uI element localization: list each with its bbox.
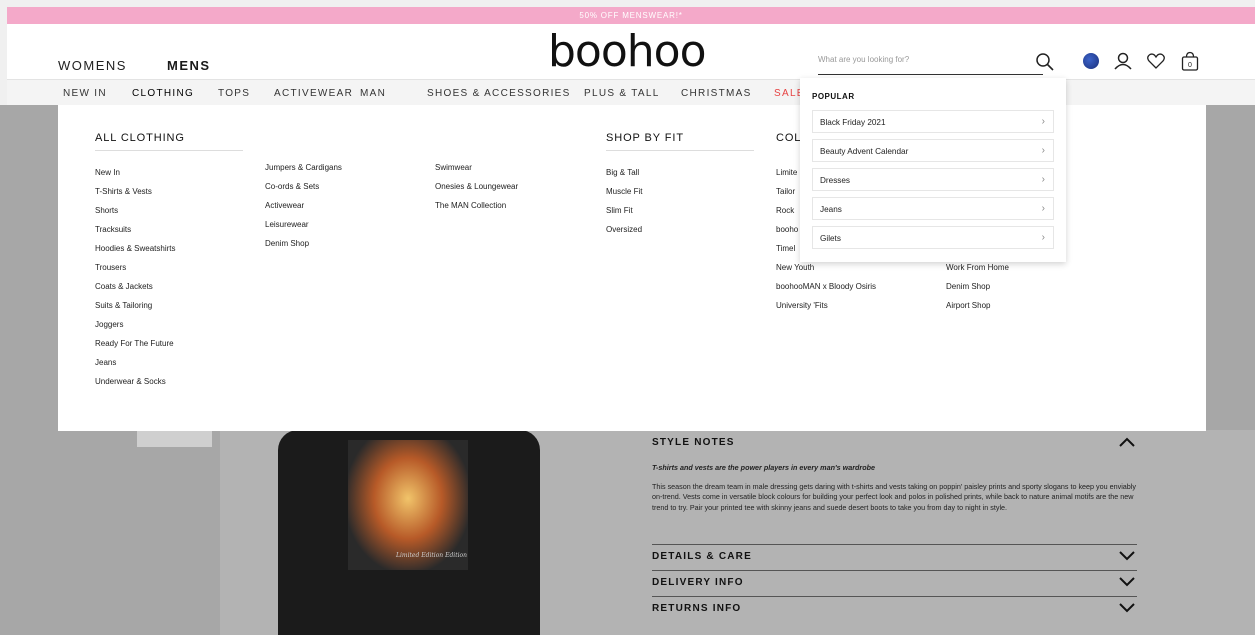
menu-link[interactable]: Ready For The Future: [95, 339, 174, 348]
menu-link[interactable]: University 'Fits: [776, 301, 828, 310]
suggestion-label: Black Friday 2021: [820, 118, 886, 127]
returns-info-heading[interactable]: RETURNS INFO: [652, 603, 741, 614]
menu-link[interactable]: Underwear & Socks: [95, 377, 166, 386]
suggestion-label: Gilets: [820, 234, 841, 243]
details-care-heading[interactable]: DETAILS & CARE: [652, 551, 752, 562]
suggestion-label: Jeans: [820, 205, 842, 214]
menu-link[interactable]: Denim Shop: [946, 282, 990, 291]
suggestion-item[interactable]: Gilets ›: [812, 226, 1054, 249]
product-details-panel: STYLE NOTES T-shirts and vests are the p…: [635, 430, 1255, 635]
menu-link[interactable]: Shorts: [95, 206, 118, 215]
divider: [606, 150, 754, 151]
menu-link[interactable]: Activewear: [265, 201, 304, 210]
chevron-up-icon[interactable]: [1119, 437, 1135, 447]
shirt-print-text: Limited Edition Edition: [396, 552, 468, 559]
chevron-down-icon[interactable]: [1119, 603, 1135, 613]
menu-link[interactable]: Jumpers & Cardigans: [265, 163, 342, 172]
suggestion-item[interactable]: Jeans ›: [812, 197, 1054, 220]
menu-link[interactable]: Swimwear: [435, 163, 472, 172]
svg-text:0: 0: [1188, 62, 1192, 69]
nav-activewear[interactable]: ACTIVEWEAR: [274, 88, 353, 99]
search-suggestions: POPULAR Black Friday 2021 › Beauty Adven…: [800, 78, 1066, 262]
search-input[interactable]: What are you looking for?: [818, 48, 1043, 75]
logo[interactable]: boohoo: [548, 30, 706, 74]
menu-link[interactable]: Muscle Fit: [606, 187, 642, 196]
heart-icon[interactable]: [1145, 50, 1167, 72]
menu-link[interactable]: Jeans: [95, 358, 116, 367]
nav-new-in[interactable]: NEW IN: [63, 88, 107, 99]
divider: [652, 596, 1137, 597]
nav-tops[interactable]: TOPS: [218, 88, 250, 99]
menu-link[interactable]: Oversized: [606, 225, 642, 234]
collections-heading[interactable]: COL: [776, 132, 801, 144]
divider: [95, 150, 243, 151]
suggestion-label: Dresses: [820, 176, 851, 185]
menu-link[interactable]: New In: [95, 168, 120, 177]
divider: [652, 570, 1137, 571]
menu-link[interactable]: Airport Shop: [946, 301, 990, 310]
shop-by-fit-heading[interactable]: SHOP BY FIT: [606, 132, 684, 144]
menu-link[interactable]: boohooMAN x Bloody Osiris: [776, 282, 876, 291]
globe-icon[interactable]: [1083, 53, 1099, 69]
shirt-print: [348, 440, 468, 570]
menu-link[interactable]: Timel: [776, 244, 795, 253]
popular-heading: POPULAR: [812, 92, 855, 101]
style-notes-subheading: T-shirts and vests are the power players…: [652, 463, 876, 472]
search-icon[interactable]: [1035, 52, 1055, 72]
suggestion-item[interactable]: Beauty Advent Calendar ›: [812, 139, 1054, 162]
nav-man[interactable]: MAN: [360, 88, 386, 99]
nav-christmas[interactable]: CHRISTMAS: [681, 88, 752, 99]
menu-link[interactable]: Tailor: [776, 187, 795, 196]
mens-link[interactable]: MENS: [167, 58, 211, 73]
menu-link[interactable]: Suits & Tailoring: [95, 301, 152, 310]
menu-link[interactable]: Tracksuits: [95, 225, 131, 234]
chevron-right-icon: ›: [1041, 232, 1045, 243]
menu-link[interactable]: Joggers: [95, 320, 123, 329]
menu-link[interactable]: Leisurewear: [265, 220, 309, 229]
promo-banner[interactable]: 50% OFF MENSWEAR!*: [7, 7, 1255, 24]
menu-link[interactable]: Coats & Jackets: [95, 282, 153, 291]
chevron-right-icon: ›: [1041, 116, 1045, 127]
menu-link[interactable]: The MAN Collection: [435, 201, 506, 210]
menu-link[interactable]: T-Shirts & Vests: [95, 187, 152, 196]
menu-link[interactable]: New Youth: [776, 263, 814, 272]
style-notes-body: This season the dream team in male dress…: [652, 482, 1136, 512]
divider: [652, 544, 1137, 545]
womens-link[interactable]: WOMENS: [58, 58, 127, 73]
menu-link[interactable]: Limite: [776, 168, 797, 177]
menu-link[interactable]: Trousers: [95, 263, 126, 272]
menu-link[interactable]: Big & Tall: [606, 168, 639, 177]
menu-link[interactable]: Rock: [776, 206, 794, 215]
delivery-info-heading[interactable]: DELIVERY INFO: [652, 577, 744, 588]
chevron-right-icon: ›: [1041, 174, 1045, 185]
chevron-down-icon[interactable]: [1119, 551, 1135, 561]
site-header: WOMENS MENS boohoo What are you looking …: [7, 24, 1255, 79]
nav-clothing[interactable]: CLOTHING: [132, 88, 194, 99]
main-nav: NEW IN CLOTHING TOPS ACTIVEWEAR MAN SHOE…: [7, 79, 1255, 105]
menu-link[interactable]: Work From Home: [946, 263, 1009, 272]
menu-link[interactable]: booho: [776, 225, 798, 234]
style-notes-heading[interactable]: STYLE NOTES: [652, 437, 735, 448]
all-clothing-heading[interactable]: ALL CLOTHING: [95, 132, 185, 144]
user-icon[interactable]: [1112, 50, 1134, 72]
bag-icon[interactable]: 0: [1179, 50, 1201, 72]
suggestion-item[interactable]: Dresses ›: [812, 168, 1054, 191]
menu-link[interactable]: Hoodies & Sweatshirts: [95, 244, 175, 253]
menu-link[interactable]: Onesies & Loungewear: [435, 182, 518, 191]
menu-link[interactable]: Denim Shop: [265, 239, 309, 248]
nav-plus-tall[interactable]: PLUS & TALL: [584, 88, 660, 99]
nav-shoes-accessories[interactable]: SHOES & ACCESSORIES: [427, 88, 571, 99]
suggestion-label: Beauty Advent Calendar: [820, 147, 909, 156]
chevron-down-icon[interactable]: [1119, 577, 1135, 587]
menu-link[interactable]: Slim Fit: [606, 206, 633, 215]
chevron-right-icon: ›: [1041, 203, 1045, 214]
chevron-right-icon: ›: [1041, 145, 1045, 156]
suggestion-item[interactable]: Black Friday 2021 ›: [812, 110, 1054, 133]
menu-link[interactable]: Co-ords & Sets: [265, 182, 319, 191]
product-image: Limited Edition Edition: [278, 430, 540, 635]
